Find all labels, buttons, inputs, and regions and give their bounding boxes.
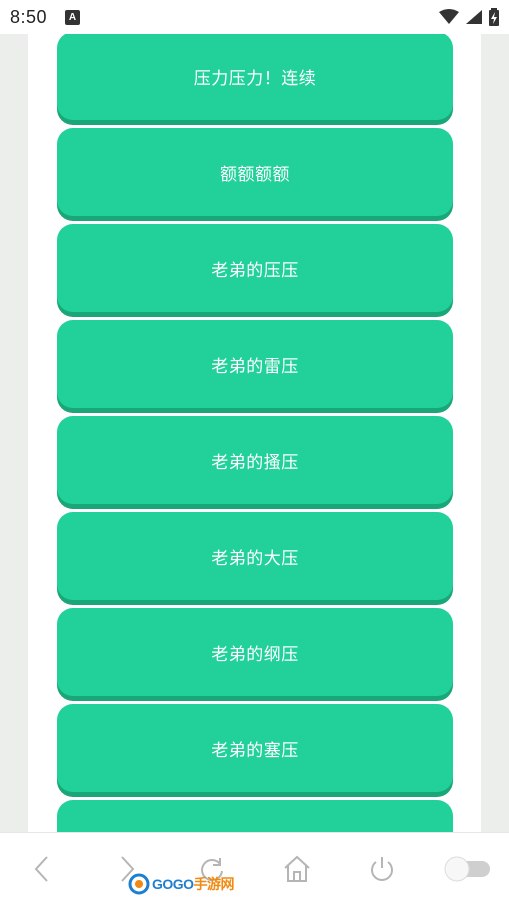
action-button-4[interactable]: 老弟的雷压 [57, 320, 453, 408]
status-bar: 8:50 A [0, 0, 509, 34]
action-button-label: 老弟的雷压 [211, 356, 299, 377]
action-button-label: 老弟的搔压 [211, 452, 299, 473]
action-button-5[interactable]: 老弟的搔压 [57, 416, 453, 504]
bottom-nav-bar [0, 832, 509, 904]
battery-charging-icon [489, 8, 499, 26]
status-time: 8:50 [10, 6, 48, 27]
back-icon [35, 855, 49, 882]
action-button-2[interactable]: 额额额额 [57, 128, 453, 216]
forward-icon [121, 855, 135, 882]
action-button-6[interactable]: 老弟的大压 [57, 512, 453, 600]
action-button-label: 额额额额 [220, 164, 290, 185]
action-button-3[interactable]: 老弟的压压 [57, 224, 453, 312]
button-list: 压力压力！连续 额额额额 老弟的压压 老弟的雷压 老弟的搔压 老弟的大压 老弟的… [57, 34, 453, 832]
power-button[interactable] [357, 844, 407, 894]
action-button-7[interactable]: 老弟的纲压 [57, 608, 453, 696]
refresh-button[interactable] [187, 844, 237, 894]
action-button-8[interactable]: 老弟的塞压 [57, 704, 453, 792]
power-icon [370, 856, 393, 881]
action-button-9[interactable] [57, 800, 453, 832]
status-icons [439, 8, 499, 26]
app-notification-icon: A [65, 9, 81, 25]
forward-button[interactable] [102, 844, 152, 894]
toggle-switch[interactable] [442, 844, 492, 894]
back-button[interactable] [17, 844, 67, 894]
content-panel: 压力压力！连续 额额额额 老弟的压压 老弟的雷压 老弟的搔压 老弟的大压 老弟的… [28, 34, 481, 832]
refresh-icon [201, 857, 224, 881]
action-button-label: 老弟的塞压 [211, 740, 299, 761]
action-button-label: 老弟的大压 [211, 548, 299, 569]
home-icon [284, 855, 310, 882]
signal-icon [466, 10, 482, 24]
action-button-label: 老弟的纲压 [211, 644, 299, 665]
action-button-label: 压力压力！连续 [193, 68, 317, 89]
wifi-icon [439, 9, 459, 24]
toggle-icon [444, 856, 490, 881]
action-button-label: 老弟的压压 [211, 260, 299, 281]
action-button-1[interactable]: 压力压力！连续 [57, 34, 453, 120]
home-button[interactable] [272, 844, 322, 894]
